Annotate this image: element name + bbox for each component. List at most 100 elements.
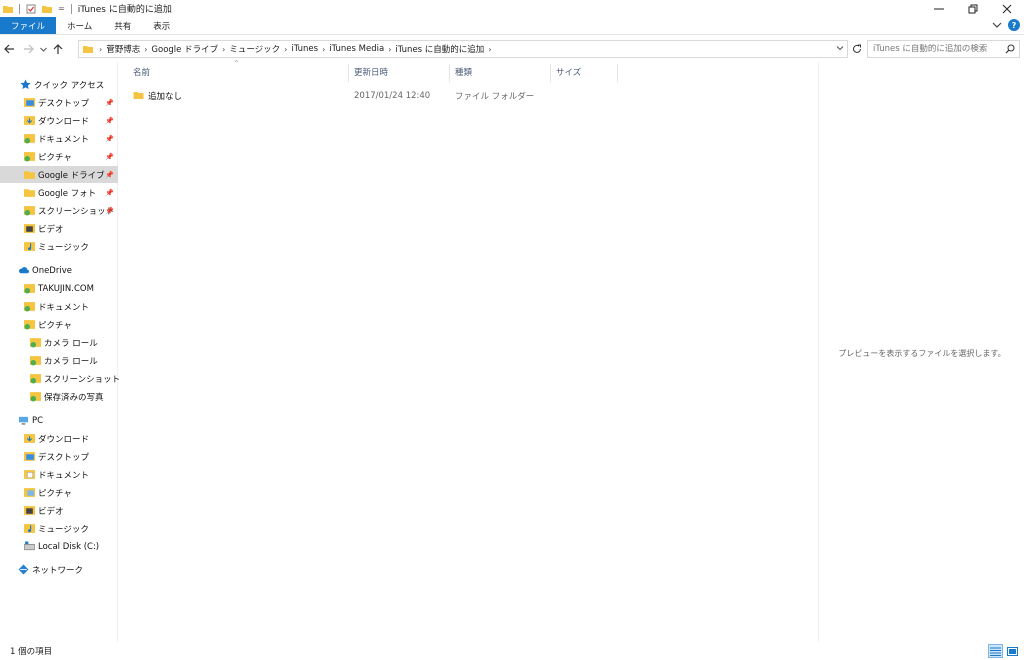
search-input[interactable] [873, 44, 1001, 54]
nav-label: ドキュメント [38, 470, 90, 481]
breadcrumb-item[interactable]: 菅野博志 [102, 43, 144, 55]
divider [70, 3, 72, 14]
large-icons-view-button[interactable] [1005, 644, 1020, 658]
nav-item-camera-roll[interactable]: カメラ ロール [30, 334, 98, 351]
nav-quick-access[interactable]: クイック アクセス [20, 76, 104, 93]
videos-folder-icon [24, 506, 35, 515]
column-divider[interactable] [348, 64, 349, 82]
nav-label: OneDrive [32, 265, 72, 276]
pin-icon[interactable]: 📌 [105, 153, 114, 161]
file-type: ファイル フォルダー [455, 91, 535, 102]
nav-item-onedrive-documents[interactable]: ドキュメント [24, 298, 89, 315]
breadcrumb-item[interactable]: iTunes に自動的に追加 [391, 43, 488, 55]
documents-folder-icon [24, 134, 35, 144]
pin-icon[interactable]: 📌 [105, 99, 114, 107]
restore-button[interactable] [956, 0, 990, 17]
recent-locations-button[interactable] [38, 39, 48, 59]
nav-item-google-photos[interactable]: Google フォト 📌 [24, 184, 118, 201]
column-header-date[interactable]: 更新日時 [354, 62, 388, 82]
close-button[interactable] [990, 0, 1024, 17]
column-header-size[interactable]: サイズ [556, 62, 581, 82]
breadcrumb-item[interactable]: ミュージック [225, 43, 284, 55]
column-divider[interactable] [449, 64, 450, 82]
nav-item-pc-videos[interactable]: ビデオ [24, 502, 64, 519]
column-label: 名前 [133, 68, 151, 78]
minimize-icon [934, 8, 944, 9]
forward-button[interactable] [19, 39, 38, 59]
help-icon[interactable]: ? [1008, 19, 1020, 31]
breadcrumb-item[interactable]: iTunes Media [325, 44, 388, 54]
nav-onedrive[interactable]: OneDrive [18, 262, 72, 279]
tab-home[interactable]: ホーム [56, 17, 103, 34]
nav-item-screenshots[interactable]: スクリーンショット 📌 [24, 202, 118, 219]
column-header-type[interactable]: 種類 [455, 62, 472, 82]
nav-item-downloads[interactable]: ダウンロード 📌 [24, 112, 118, 129]
column-header-name[interactable]: 名前 [133, 62, 150, 82]
pictures-folder-icon [24, 152, 35, 162]
nav-item-videos[interactable]: ビデオ [24, 220, 118, 237]
nav-item-saved-pictures[interactable]: 保存済みの写真 [30, 388, 104, 405]
pin-icon[interactable]: 📌 [105, 135, 114, 143]
window-controls [922, 0, 1024, 17]
back-button[interactable] [0, 39, 19, 59]
column-divider[interactable] [550, 64, 551, 82]
breadcrumb-separator[interactable]: › [488, 45, 491, 54]
close-icon [1002, 4, 1012, 13]
pin-icon[interactable]: 📌 [105, 171, 114, 179]
tab-file[interactable]: ファイル [0, 17, 57, 34]
chevron-down-icon[interactable] [836, 43, 844, 53]
nav-item-pc-pictures[interactable]: ピクチャ [24, 484, 72, 501]
nav-label: 保存済みの写真 [44, 392, 104, 403]
documents-folder-icon [24, 470, 35, 479]
nav-label: ネットワーク [32, 565, 84, 576]
nav-item-pc-downloads[interactable]: ダウンロード [24, 430, 89, 447]
nav-item-local-disk[interactable]: Local Disk (C:) [24, 538, 99, 555]
details-view-button[interactable] [988, 644, 1003, 658]
synced-folder-icon [30, 392, 41, 402]
breadcrumb-item[interactable]: iTunes [287, 44, 322, 54]
ribbon-tabs: ファイル ホーム 共有 表示 ? [0, 17, 1024, 35]
synced-folder-icon [30, 338, 41, 348]
qa-customize-dropdown[interactable]: = [58, 4, 65, 13]
nav-item-pc-documents[interactable]: ドキュメント [24, 466, 89, 483]
new-folder-icon[interactable] [42, 4, 52, 14]
expand-ribbon-icon[interactable] [992, 20, 1002, 30]
nav-item-google-drive[interactable]: Google ドライブ 📌 [0, 166, 118, 183]
pin-icon[interactable]: 📌 [105, 117, 114, 125]
status-bar: 1 個の項目 [0, 642, 1024, 660]
pin-icon[interactable]: 📌 [105, 207, 114, 215]
breadcrumb-item[interactable]: Google ドライブ [147, 43, 222, 55]
tab-share[interactable]: 共有 [103, 17, 142, 34]
file-name: 追加なし [148, 91, 183, 102]
nav-item-onedrive-screenshots[interactable]: スクリーンショット [30, 370, 120, 387]
nav-item-music[interactable]: ミュージック [24, 238, 118, 255]
nav-label: Local Disk (C:) [38, 541, 100, 552]
nav-pc[interactable]: PC [18, 412, 43, 429]
nav-item-pc-desktop[interactable]: デスクトップ [24, 448, 89, 465]
nav-item-onedrive-pictures[interactable]: ピクチャ [24, 316, 72, 333]
nav-item-pc-music[interactable]: ミュージック [24, 520, 89, 537]
pin-icon[interactable]: 📌 [105, 189, 114, 197]
nav-item-documents[interactable]: ドキュメント 📌 [24, 130, 118, 147]
item-count: 1 個の項目 [10, 647, 53, 657]
desktop-folder-icon [24, 98, 35, 107]
tab-view[interactable]: 表示 [142, 17, 181, 34]
network-icon [18, 564, 29, 575]
refresh-button[interactable] [849, 40, 865, 58]
nav-item-pictures[interactable]: ピクチャ 📌 [24, 148, 118, 165]
up-button[interactable] [48, 39, 67, 59]
nav-item-takujin[interactable]: TAKUJIN.COM [24, 280, 94, 297]
search-icon[interactable] [1005, 44, 1015, 54]
nav-label: PC [32, 415, 44, 426]
preview-pane: プレビューを表示するファイルを選択します。 [818, 62, 1024, 642]
nav-item-camera-roll[interactable]: カメラ ロール [30, 352, 98, 369]
column-label: 更新日時 [354, 68, 389, 78]
nav-network[interactable]: ネットワーク [18, 561, 83, 578]
minimize-button[interactable] [922, 0, 956, 17]
address-bar[interactable]: › 菅野博志 › Google ドライブ › ミュージック › iTunes ›… [78, 40, 848, 58]
column-label: 種類 [455, 68, 473, 78]
properties-icon[interactable] [26, 4, 36, 14]
file-row[interactable]: 追加なし 2017/01/24 12:40 ファイル フォルダー [130, 87, 610, 104]
column-divider[interactable] [617, 64, 618, 82]
nav-item-desktop[interactable]: デスクトップ 📌 [24, 94, 118, 111]
